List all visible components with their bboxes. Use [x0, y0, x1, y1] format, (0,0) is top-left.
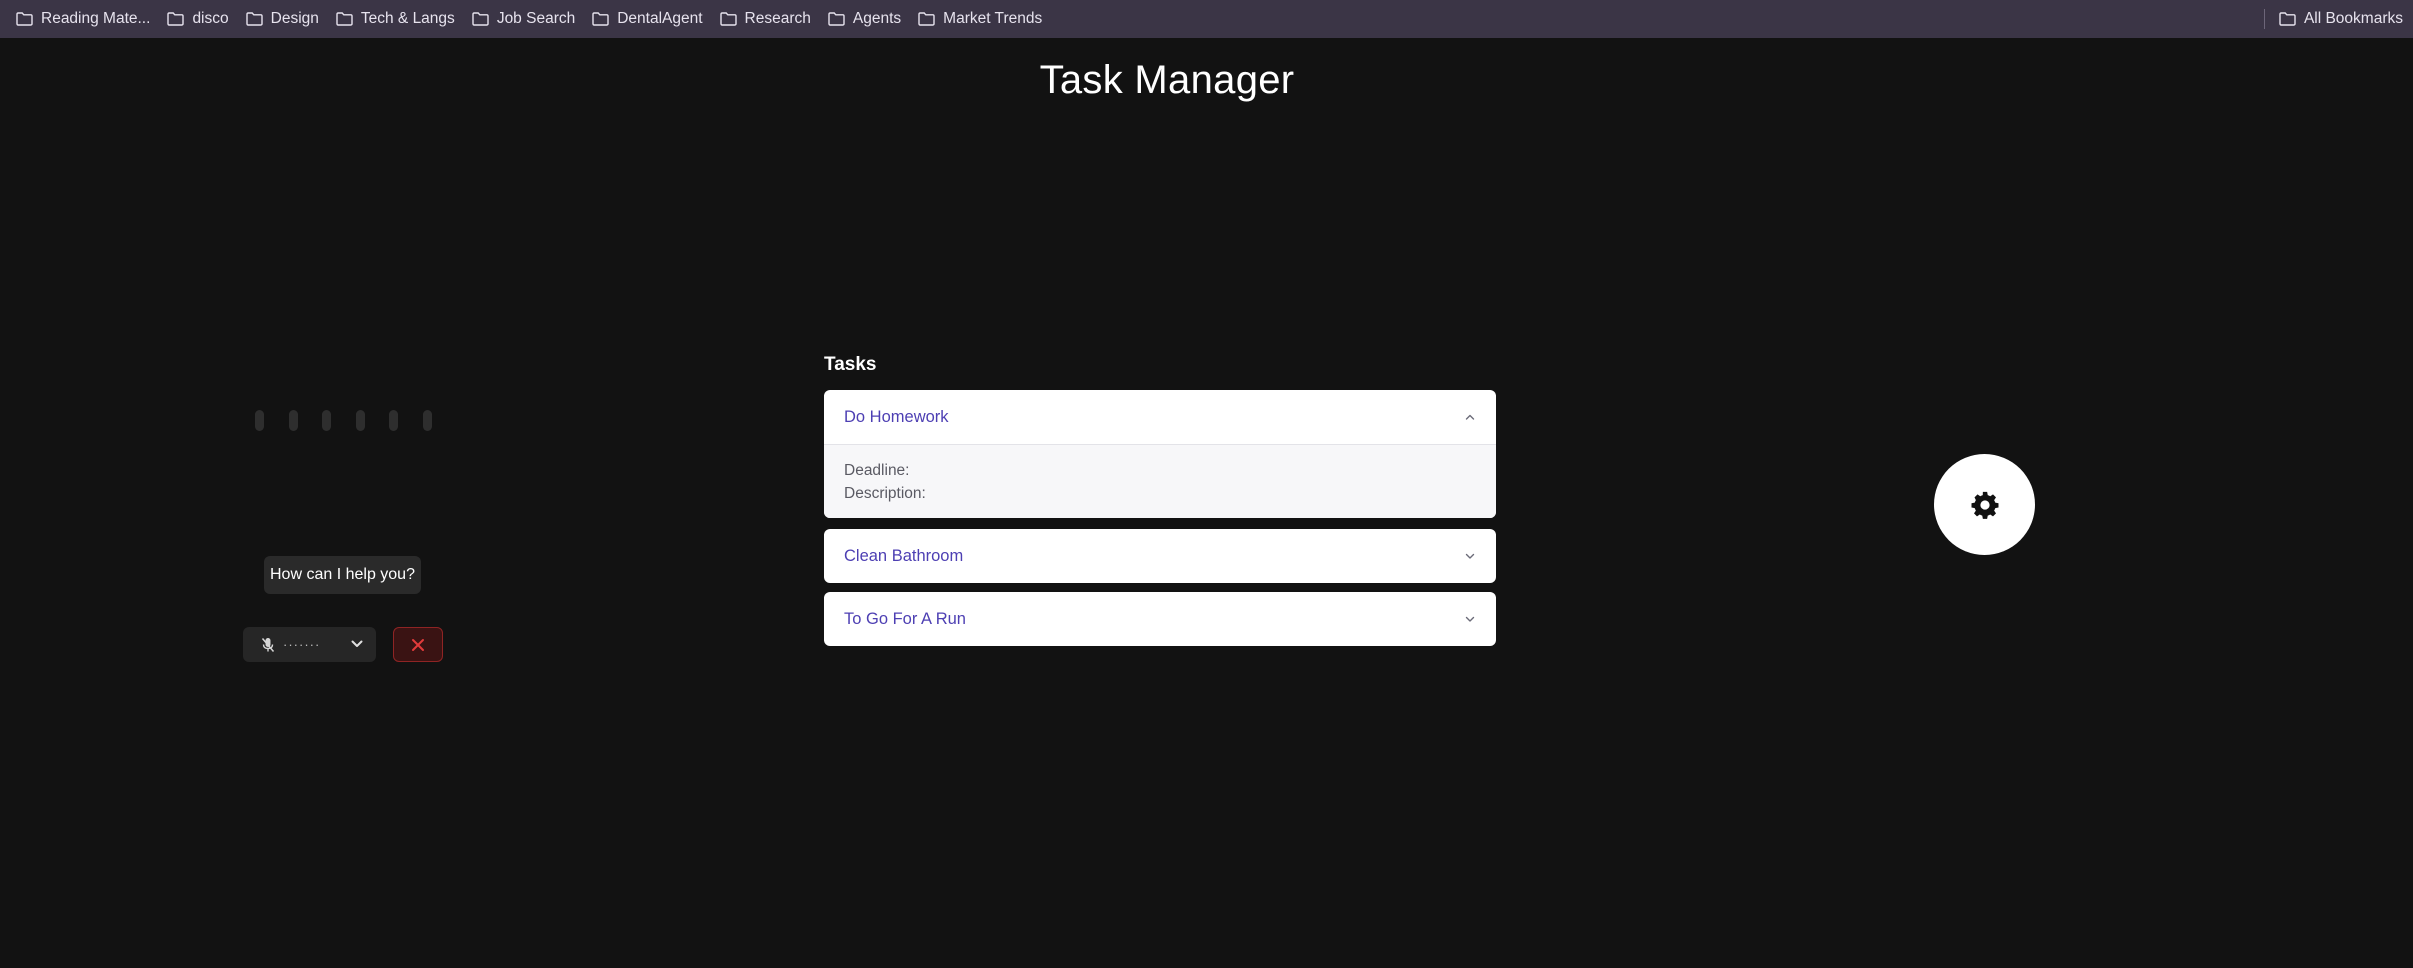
bookmark-label: Tech & Langs — [360, 10, 455, 27]
voice-waveform — [255, 410, 456, 431]
bookmark-research[interactable]: Research — [719, 0, 819, 38]
task-title: Clean Bathroom — [844, 546, 964, 565]
close-assistant-button[interactable] — [393, 627, 443, 662]
bookmark-label: Job Search — [496, 10, 576, 27]
folder-icon — [336, 12, 353, 26]
task-title: To Go For A Run — [844, 609, 966, 628]
chevron-down-icon — [351, 640, 363, 647]
folder-icon — [592, 12, 609, 26]
bookmark-label: disco — [192, 10, 229, 27]
chevron-down-icon — [1465, 616, 1475, 622]
bookmark-design[interactable]: Design — [245, 0, 327, 38]
bookmark-label: Reading Mate... — [41, 10, 151, 27]
bookmark-disco[interactable]: disco — [167, 0, 236, 38]
folder-icon — [245, 12, 263, 26]
page-title: Task Manager — [1039, 58, 1295, 102]
folder-icon — [16, 12, 33, 26]
bookmarks-bar: Reading Mate... disco Design Tech & Lang… — [0, 0, 2413, 38]
task-card: Do Homework Deadline: Description: — [824, 390, 1496, 518]
task-title: Do Homework — [844, 407, 949, 426]
mic-off-icon — [261, 637, 275, 652]
bookmark-market-trends[interactable]: Market Trends — [918, 0, 1050, 38]
bookmark-tech-langs[interactable]: Tech & Langs — [336, 0, 463, 38]
bookmark-agents[interactable]: Agents — [828, 0, 909, 38]
bookmark-job-search[interactable]: Job Search — [472, 0, 583, 38]
folder-icon — [472, 12, 489, 26]
folder-icon — [828, 12, 845, 26]
tasks-heading: Tasks — [824, 354, 877, 375]
folder-icon — [2279, 12, 2296, 26]
microphone-select[interactable]: ······· — [243, 627, 376, 662]
close-icon — [412, 638, 424, 651]
bookmark-reading-material[interactable]: Reading Mate... — [16, 0, 158, 38]
bookmark-label: Agents — [852, 10, 902, 27]
bookmark-label: Market Trends — [943, 10, 1043, 27]
all-bookmarks-button[interactable]: All Bookmarks — [2279, 0, 2403, 38]
waveform-bar — [355, 410, 365, 431]
folder-icon — [918, 12, 935, 26]
folder-icon — [719, 12, 737, 26]
task-card: To Go For A Run — [824, 592, 1496, 646]
folder-icon — [167, 12, 185, 26]
waveform-bar — [288, 410, 298, 431]
assistant-prompt: How can I help you? — [264, 556, 421, 594]
waveform-bar — [422, 410, 432, 431]
bookmark-label: Design — [270, 10, 319, 27]
bookmark-label: DentalAgent — [617, 10, 703, 27]
chevron-up-icon — [1465, 414, 1475, 420]
all-bookmarks-area: All Bookmarks — [2263, 0, 2403, 38]
task-deadline: Deadline: — [844, 462, 910, 479]
waveform-bar — [389, 410, 398, 431]
task-description: Description: — [844, 485, 926, 502]
task-header[interactable]: To Go For A Run — [824, 592, 1496, 646]
task-details: Deadline: Description: — [824, 444, 1496, 518]
bookmark-label: Research — [744, 10, 811, 27]
bookmark-dentalagent[interactable]: DentalAgent — [592, 0, 710, 38]
task-header[interactable]: Clean Bathroom — [824, 529, 1496, 583]
task-header[interactable]: Do Homework — [824, 390, 1496, 444]
chevron-down-icon — [1465, 553, 1475, 559]
gear-icon — [1971, 491, 1998, 519]
task-card: Clean Bathroom — [824, 529, 1496, 583]
bookmarks-divider — [2263, 9, 2265, 29]
waveform-bar — [322, 410, 331, 431]
microphone-label: ······· — [283, 637, 321, 652]
all-bookmarks-label: All Bookmarks — [2303, 10, 2403, 27]
waveform-bar — [255, 410, 264, 431]
settings-button[interactable] — [1934, 454, 2035, 555]
